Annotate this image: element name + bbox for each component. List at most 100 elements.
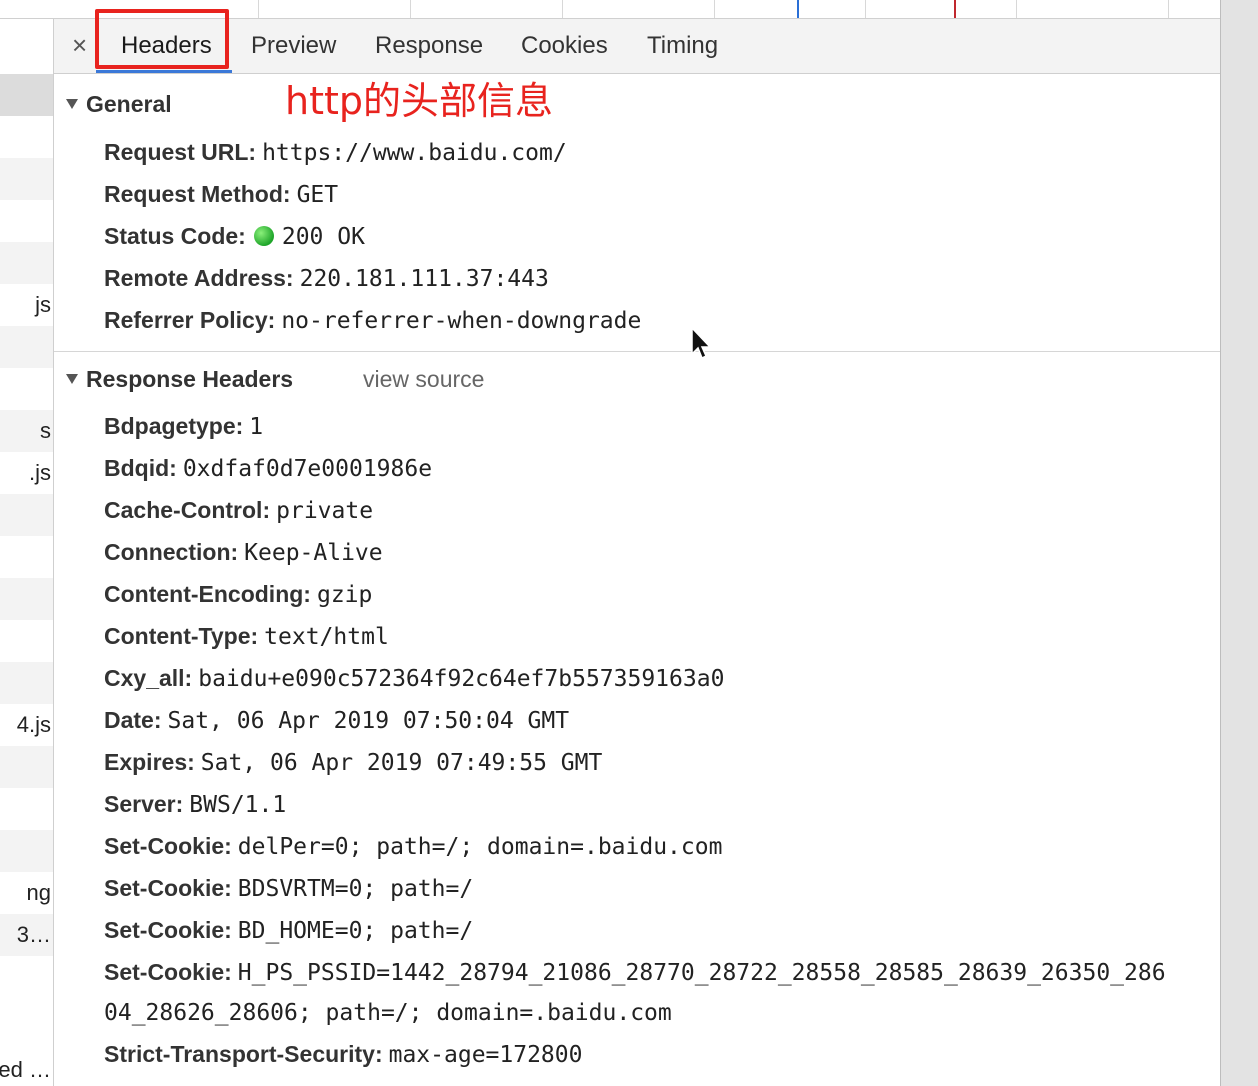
header-key: Remote Address: bbox=[104, 265, 294, 291]
header-key: Set-Cookie: bbox=[104, 917, 232, 943]
request-row[interactable] bbox=[0, 242, 53, 284]
tab-preview[interactable]: Preview bbox=[251, 30, 336, 62]
response-headers-toggle[interactable]: Response Headers bbox=[66, 364, 293, 394]
general-row: Request URL: https://www.baidu.com/ bbox=[104, 137, 567, 168]
request-row[interactable]: .js bbox=[0, 452, 53, 494]
request-row[interactable]: 3… bbox=[0, 914, 53, 956]
mouse-cursor-icon bbox=[691, 326, 712, 360]
active-tab-indicator bbox=[96, 70, 232, 73]
response-header-row: Expires: Sat, 06 Apr 2019 07:49:55 GMT bbox=[104, 747, 602, 778]
general-row: Request Method: GET bbox=[104, 179, 338, 210]
header-value: max-age=172800 bbox=[388, 1042, 583, 1068]
tab-timing[interactable]: Timing bbox=[647, 30, 718, 62]
request-row[interactable]: js bbox=[0, 284, 53, 326]
request-name: 3… bbox=[16, 922, 51, 947]
request-name: 4.js bbox=[16, 712, 51, 737]
close-icon[interactable]: × bbox=[72, 30, 87, 60]
response-header-row: Bdpagetype: 1 bbox=[104, 411, 263, 442]
response-header-row: Date: Sat, 06 Apr 2019 07:50:04 GMT bbox=[104, 705, 569, 736]
header-value: baidu+e090c572364f92c64ef7b557359163a0 bbox=[198, 666, 725, 692]
header-value: Keep-Alive bbox=[244, 540, 383, 566]
header-value: 220.181.111.37:443 bbox=[299, 266, 549, 292]
header-value: H_PS_PSSID=1442_28794_21086_28770_28722_… bbox=[237, 960, 1166, 986]
header-key: Server: bbox=[104, 791, 184, 817]
timeline-gridline bbox=[562, 0, 563, 18]
header-key: Content-Encoding: bbox=[104, 581, 311, 607]
request-row[interactable] bbox=[0, 578, 53, 620]
response-header-row: Content-Encoding: gzip bbox=[104, 579, 372, 610]
header-key: Set-Cookie: bbox=[104, 875, 232, 901]
request-row[interactable]: 4.js bbox=[0, 704, 53, 746]
header-key: Bdpagetype: bbox=[104, 413, 244, 439]
request-name: .js bbox=[29, 460, 51, 485]
header-value: BWS/1.1 bbox=[189, 792, 287, 818]
header-key: Cxy_all: bbox=[104, 665, 193, 691]
timeline-gridline bbox=[865, 0, 866, 18]
triangle-down-icon bbox=[66, 373, 78, 384]
request-row[interactable] bbox=[0, 494, 53, 536]
timeline-gridline bbox=[410, 0, 411, 18]
header-key: Date: bbox=[104, 707, 162, 733]
header-value: GET bbox=[296, 182, 339, 208]
response-header-row: Set-Cookie: H_PS_PSSID=1442_28794_21086_2… bbox=[104, 957, 1220, 988]
response-header-row: Set-Cookie: BDSVRTM=0; path=/ bbox=[104, 873, 473, 904]
header-key: Referrer Policy: bbox=[104, 307, 276, 333]
view-source-link[interactable]: view source bbox=[363, 364, 484, 394]
response-header-row: Bdqid: 0xdfaf0d7e0001986e bbox=[104, 453, 432, 484]
response-headers-title: Response Headers bbox=[86, 366, 294, 392]
header-key: Request Method: bbox=[104, 181, 291, 207]
load-event-marker bbox=[954, 0, 956, 18]
tab-response[interactable]: Response bbox=[375, 30, 483, 62]
timeline-gridline bbox=[714, 0, 715, 18]
header-key: Cache-Control: bbox=[104, 497, 271, 523]
request-row[interactable]: ed … bbox=[0, 1049, 53, 1086]
request-row[interactable] bbox=[0, 74, 53, 116]
highlight-box bbox=[95, 9, 229, 69]
header-key: Status Code: bbox=[104, 223, 246, 249]
timeline-gridline bbox=[1016, 0, 1017, 18]
timeline-gridline bbox=[1168, 0, 1169, 18]
header-key: Set-Cookie: bbox=[104, 959, 232, 985]
request-row[interactable] bbox=[0, 746, 53, 788]
response-header-row: Cache-Control: private bbox=[104, 495, 373, 526]
header-value: 04_28626_28606; path=/; domain=.baidu.co… bbox=[104, 1000, 672, 1026]
response-header-row: Set-Cookie: BD_HOME=0; path=/ bbox=[104, 915, 473, 946]
request-row[interactable]: ng bbox=[0, 872, 53, 914]
header-value: text/html bbox=[264, 624, 389, 650]
request-name: js bbox=[35, 292, 51, 317]
request-row[interactable] bbox=[0, 662, 53, 704]
header-key: Set-Cookie: bbox=[104, 833, 232, 859]
response-header-row-continued: 04_28626_28606; path=/; domain=.baidu.co… bbox=[104, 997, 672, 1028]
header-key: Expires: bbox=[104, 749, 195, 775]
header-key: Strict-Transport-Security: bbox=[104, 1041, 383, 1067]
header-value: https://www.baidu.com/ bbox=[262, 140, 567, 166]
header-key: Connection: bbox=[104, 539, 239, 565]
general-section-toggle[interactable]: General bbox=[66, 89, 172, 119]
header-value: Sat, 06 Apr 2019 07:49:55 GMT bbox=[200, 750, 603, 776]
general-title: General bbox=[86, 91, 172, 117]
header-value: BD_HOME=0; path=/ bbox=[237, 918, 474, 944]
header-key: Request URL: bbox=[104, 139, 257, 165]
response-header-row: Connection: Keep-Alive bbox=[104, 537, 383, 568]
response-header-row: Server: BWS/1.1 bbox=[104, 789, 286, 820]
response-header-row: Set-Cookie: delPer=0; path=/; domain=.bai… bbox=[104, 831, 722, 862]
request-list: js s .js 4.js ng 3… ed … bbox=[0, 19, 54, 1086]
header-value: private bbox=[276, 498, 374, 524]
header-value: gzip bbox=[316, 582, 373, 608]
request-row[interactable] bbox=[0, 830, 53, 872]
section-divider bbox=[54, 351, 1220, 352]
request-name: ng bbox=[26, 880, 51, 905]
header-key: Content-Type: bbox=[104, 623, 259, 649]
request-row[interactable] bbox=[0, 326, 53, 368]
response-header-row: Cxy_all: baidu+e090c572364f92c64ef7b55735… bbox=[104, 663, 724, 694]
annotation-text: http的头部信息 bbox=[285, 79, 554, 123]
header-value: BDSVRTM=0; path=/ bbox=[237, 876, 474, 902]
header-value: delPer=0; path=/; domain=.baidu.com bbox=[237, 834, 723, 860]
request-row[interactable]: s bbox=[0, 410, 53, 452]
tab-cookies[interactable]: Cookies bbox=[521, 30, 608, 62]
response-header-row: Strict-Transport-Security: max-age=172800 bbox=[104, 1039, 582, 1070]
request-row[interactable] bbox=[0, 158, 53, 200]
dom-content-loaded-marker bbox=[797, 0, 799, 18]
general-row: Remote Address: 220.181.111.37:443 bbox=[104, 263, 549, 294]
triangle-down-icon bbox=[66, 98, 78, 109]
